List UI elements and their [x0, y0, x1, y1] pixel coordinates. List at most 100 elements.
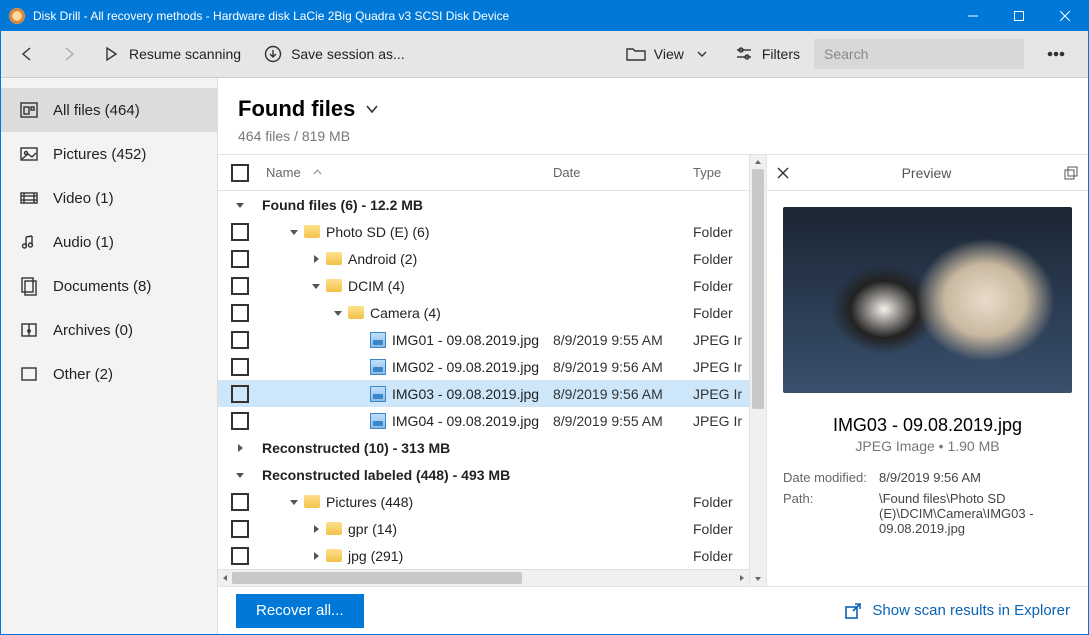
row-checkbox[interactable] — [231, 520, 249, 538]
row-name: DCIM (4) — [348, 278, 405, 294]
file-row[interactable]: IMG02 - 09.08.2019.jpg8/9/2019 9:56 AMJP… — [218, 353, 749, 380]
close-preview-button[interactable] — [777, 167, 789, 179]
sidebar-item-label: Pictures (452) — [53, 146, 146, 163]
window-title: Disk Drill - All recovery methods - Hard… — [33, 9, 509, 23]
file-row[interactable]: IMG03 - 09.08.2019.jpg8/9/2019 9:56 AMJP… — [218, 380, 749, 407]
expand-toggle[interactable] — [306, 281, 326, 291]
expand-toggle[interactable] — [230, 443, 250, 453]
row-type: Folder — [693, 305, 749, 321]
row-name: Reconstructed (10) - 313 MB — [262, 440, 450, 456]
page-title-text: Found files — [238, 96, 355, 122]
row-name: IMG01 - 09.08.2019.jpg — [392, 332, 539, 348]
sidebar-item-documents[interactable]: Documents (8) — [1, 264, 217, 308]
sidebar-item-video[interactable]: Video (1) — [1, 176, 217, 220]
column-header: Name Date Type — [218, 155, 749, 191]
row-name: Photo SD (E) (6) — [326, 224, 429, 240]
resume-scanning-button[interactable]: Resume scanning — [93, 40, 249, 68]
row-checkbox[interactable] — [231, 277, 249, 295]
sidebar-item-archives[interactable]: Archives (0) — [1, 308, 217, 352]
folder-row[interactable]: jpg (291)Folder — [218, 542, 749, 569]
sidebar-item-all-files[interactable]: All files (464) — [1, 88, 217, 132]
vscroll-thumb[interactable] — [752, 169, 764, 409]
pictures-icon — [19, 144, 39, 164]
row-checkbox[interactable] — [231, 493, 249, 511]
group-row[interactable]: Reconstructed (10) - 313 MB — [218, 434, 749, 461]
expand-toggle[interactable] — [284, 497, 304, 507]
column-date[interactable]: Date — [553, 165, 693, 180]
expand-toggle[interactable] — [284, 227, 304, 237]
expand-toggle[interactable] — [306, 551, 326, 561]
chevron-down-icon — [692, 44, 712, 64]
hscroll-thumb[interactable] — [232, 572, 522, 584]
folder-row[interactable]: Pictures (448)Folder — [218, 488, 749, 515]
file-row[interactable]: IMG04 - 09.08.2019.jpg8/9/2019 9:55 AMJP… — [218, 407, 749, 434]
row-checkbox[interactable] — [231, 358, 249, 376]
expand-toggle[interactable] — [230, 470, 250, 480]
maximize-button[interactable] — [996, 1, 1042, 31]
vertical-scrollbar[interactable] — [749, 155, 766, 586]
sidebar-item-other[interactable]: Other (2) — [1, 352, 217, 396]
close-button[interactable] — [1042, 1, 1088, 31]
folder-row[interactable]: DCIM (4) Folder — [218, 272, 749, 299]
column-type[interactable]: Type — [693, 165, 749, 180]
filters-button[interactable]: Filters — [726, 40, 808, 68]
group-row[interactable]: Found files (6) - 12.2 MB — [218, 191, 749, 218]
sidebar-item-pictures[interactable]: Pictures (452) — [1, 132, 217, 176]
image-file-icon — [370, 332, 386, 348]
image-file-icon — [370, 386, 386, 402]
row-checkbox[interactable] — [231, 331, 249, 349]
column-name[interactable]: Name — [262, 165, 553, 180]
archives-icon — [19, 320, 39, 340]
row-date: 8/9/2019 9:56 AM — [553, 359, 693, 375]
toolbar: Resume scanning Save session as... View … — [1, 31, 1088, 78]
expand-toggle[interactable] — [306, 254, 326, 264]
preview-panel: Preview IMG03 - 09.08.2019.jpg JPEG Imag… — [766, 155, 1088, 586]
back-button[interactable] — [9, 40, 45, 68]
folder-row[interactable]: Photo SD (E) (6)Folder — [218, 218, 749, 245]
sidebar-item-label: Video (1) — [53, 190, 114, 207]
minimize-button[interactable] — [950, 1, 996, 31]
row-type: Folder — [693, 278, 749, 294]
folder-row[interactable]: Android (2)Folder — [218, 245, 749, 272]
expand-toggle[interactable] — [328, 308, 348, 318]
row-checkbox[interactable] — [231, 412, 249, 430]
group-row[interactable]: Reconstructed labeled (448) - 493 MB — [218, 461, 749, 488]
folder-view-icon — [626, 44, 646, 64]
view-button[interactable]: View — [618, 40, 720, 68]
popout-button[interactable] — [1064, 166, 1078, 180]
forward-button[interactable] — [51, 40, 87, 68]
search-input[interactable] — [814, 39, 1024, 69]
row-checkbox[interactable] — [231, 304, 249, 322]
row-checkbox[interactable] — [231, 385, 249, 403]
arrow-right-icon — [59, 44, 79, 64]
horizontal-scrollbar[interactable] — [218, 569, 749, 586]
save-session-button[interactable]: Save session as... — [255, 40, 413, 68]
sidebar-item-label: Other (2) — [53, 366, 113, 383]
resume-label: Resume scanning — [129, 46, 241, 62]
folder-row[interactable]: Camera (4)Folder — [218, 299, 749, 326]
folder-icon — [326, 252, 342, 265]
expand-toggle[interactable] — [230, 200, 250, 210]
audio-icon — [19, 232, 39, 252]
footer: Recover all... Show scan results in Expl… — [218, 586, 1088, 634]
recover-all-button[interactable]: Recover all... — [236, 594, 364, 628]
row-type: JPEG Ir — [693, 413, 749, 429]
show-in-explorer-link[interactable]: Show scan results in Explorer — [844, 602, 1070, 620]
folder-row[interactable]: gpr (14)Folder — [218, 515, 749, 542]
row-type: JPEG Ir — [693, 386, 749, 402]
select-all-checkbox[interactable] — [231, 164, 249, 182]
row-checkbox[interactable] — [231, 547, 249, 565]
image-file-icon — [370, 413, 386, 429]
folder-icon — [326, 549, 342, 562]
preview-filename: IMG03 - 09.08.2019.jpg — [783, 415, 1072, 436]
file-row[interactable]: IMG01 - 09.08.2019.jpg8/9/2019 9:55 AMJP… — [218, 326, 749, 353]
more-button[interactable] — [1038, 40, 1074, 68]
row-checkbox[interactable] — [231, 250, 249, 268]
explorer-link-label: Show scan results in Explorer — [872, 602, 1070, 619]
filters-label: Filters — [762, 46, 800, 62]
meta-path-label: Path: — [783, 491, 879, 536]
expand-toggle[interactable] — [306, 524, 326, 534]
row-checkbox[interactable] — [231, 223, 249, 241]
page-title[interactable]: Found files — [238, 96, 1068, 122]
sidebar-item-audio[interactable]: Audio (1) — [1, 220, 217, 264]
